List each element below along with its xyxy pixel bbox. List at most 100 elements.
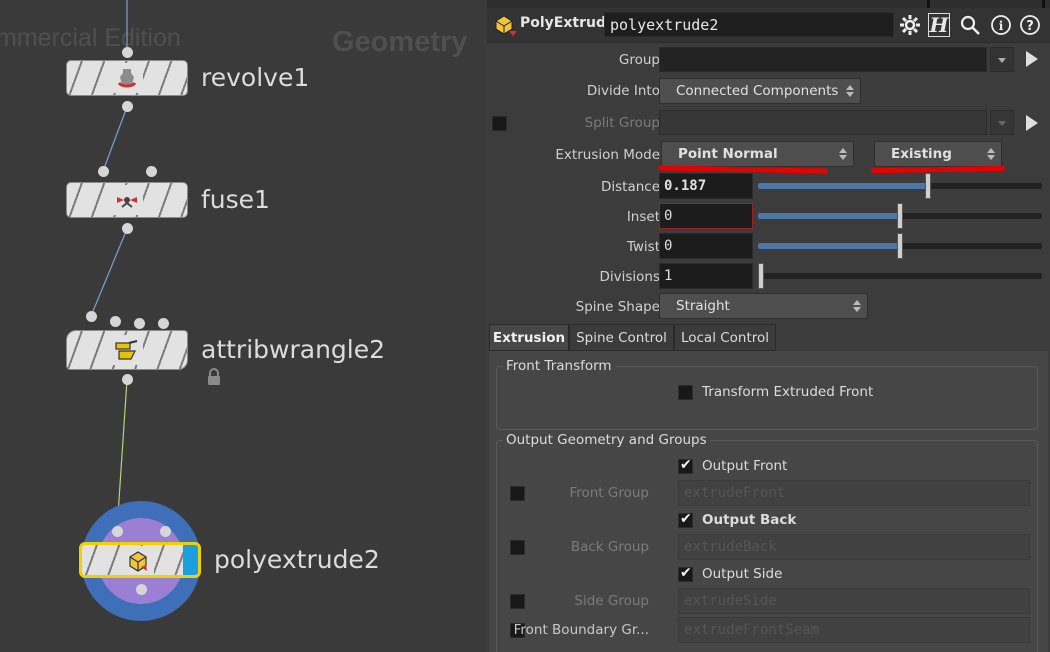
node-menu-arrow-icon[interactable] — [509, 31, 517, 36]
lock-icon[interactable] — [206, 368, 222, 390]
param-toolbar: PolyExtrude polyextrude2 H i ? — [487, 8, 1050, 43]
fuse1-input-port[interactable] — [98, 166, 109, 177]
param-row-spine-shape: Spine Shape Straight — [487, 293, 1050, 321]
polyextrude-icon — [493, 14, 515, 40]
front-boundary-group-label: Front Boundary Gr... — [513, 622, 649, 638]
param-label-divisions: Divisions — [599, 269, 660, 285]
node-label: fuse1 — [201, 185, 270, 214]
spine-shape-menu[interactable]: Straight — [659, 293, 868, 319]
output-front-label: Output Front — [702, 458, 788, 474]
info-icon[interactable]: i — [989, 13, 1013, 37]
divide-into-value: Connected Components — [676, 83, 839, 99]
split-group-input[interactable] — [659, 110, 987, 135]
polyextrude-icon — [122, 546, 154, 575]
inset-input[interactable]: 0 — [659, 203, 753, 229]
wrangle-output-port[interactable] — [122, 374, 133, 385]
node-attribwrangle2[interactable] — [66, 330, 188, 370]
param-label-group: Group — [618, 52, 660, 68]
group-dropdown-button[interactable] — [990, 47, 1014, 72]
front-group-label: Front Group — [569, 485, 649, 501]
tab-extrusion[interactable]: Extrusion — [489, 324, 569, 351]
param-row-split-group: Split Group — [487, 110, 1050, 138]
wrangle-input-port-1[interactable] — [86, 311, 97, 322]
front-group-input[interactable]: extrudeFront — [678, 480, 1030, 506]
revolve1-output-port[interactable] — [122, 101, 133, 112]
inset-slider[interactable] — [758, 203, 1042, 229]
divide-into-menu[interactable]: Connected Components — [659, 78, 861, 104]
extrusion-existing-value: Existing — [891, 146, 952, 162]
tab-local-control[interactable]: Local Control — [674, 324, 776, 351]
gear-icon[interactable] — [898, 13, 922, 37]
menu-arrows-icon — [987, 148, 995, 160]
menu-arrows-icon — [839, 148, 847, 160]
front-transform-title: Front Transform — [503, 358, 615, 374]
group-select-arrow-icon[interactable] — [1024, 50, 1040, 68]
twist-slider[interactable] — [758, 233, 1042, 259]
polyextrude2-input-port-1[interactable] — [112, 526, 123, 537]
back-group-input[interactable]: extrudeBack — [678, 534, 1030, 560]
polyextrude2-output-port[interactable] — [136, 584, 147, 595]
front-boundary-group-input[interactable]: extrudeFrontSeam — [678, 617, 1030, 643]
param-label-split-group: Split Group — [584, 115, 660, 131]
houdini-help-icon[interactable]: H — [928, 13, 950, 37]
display-flag[interactable] — [183, 545, 198, 575]
side-group-label: Side Group — [574, 593, 649, 609]
side-group-toggle[interactable] — [510, 594, 525, 609]
svg-text:i: i — [999, 19, 1004, 33]
extrusion-mode-menu[interactable]: Point Normal — [661, 141, 854, 167]
node-revolve1[interactable] — [66, 60, 188, 96]
output-side-checkbox[interactable] — [678, 565, 693, 582]
param-label-inset: Inset — [626, 209, 660, 225]
slider-knob[interactable] — [925, 173, 931, 199]
front-group-toggle[interactable] — [510, 486, 525, 501]
output-back-checkbox[interactable] — [678, 511, 693, 528]
side-group-input[interactable]: extrudeSide — [678, 588, 1030, 614]
divisions-input[interactable]: 1 — [659, 263, 753, 289]
menu-arrows-icon — [846, 85, 854, 97]
param-label-divide-into: Divide Into — [586, 83, 660, 99]
tab-panel-extrusion: Front Transform Transform Extruded Front… — [489, 351, 1048, 652]
split-group-toggle[interactable] — [492, 116, 507, 131]
wire-fuse-wrangle — [90, 228, 128, 317]
pane-top-strip — [487, 0, 1050, 8]
split-group-dropdown-button[interactable] — [990, 110, 1014, 135]
network-editor[interactable]: mmercial Edition Geometry revolve1 fuse1… — [0, 0, 487, 652]
slider-knob[interactable] — [897, 233, 903, 259]
output-front-checkbox[interactable] — [678, 457, 693, 474]
node-name-field[interactable]: polyextrude2 — [604, 12, 894, 37]
fuse1-input-port-2[interactable] — [146, 166, 157, 177]
divisions-slider[interactable] — [758, 263, 1042, 289]
node-label: polyextrude2 — [214, 545, 380, 574]
wrangle-input-port-2[interactable] — [110, 316, 121, 327]
node-polyextrude2[interactable] — [79, 542, 201, 578]
transform-extruded-front-checkbox[interactable] — [678, 385, 693, 400]
search-icon[interactable] — [958, 13, 982, 37]
node-type-label: PolyExtrude — [520, 15, 616, 31]
wrangle-input-port-3[interactable] — [134, 318, 145, 329]
revolve1-input-port[interactable] — [122, 47, 133, 58]
wrangle-input-port-4[interactable] — [158, 318, 169, 329]
slider-knob[interactable] — [897, 203, 903, 229]
slider-knob[interactable] — [758, 263, 764, 289]
param-row-divide-into: Divide Into Connected Components — [487, 78, 1050, 106]
spine-shape-value: Straight — [676, 298, 730, 314]
param-row-extrusion-mode: Extrusion Mode Point Normal Existing — [487, 141, 1050, 174]
polyextrude2-input-port-2[interactable] — [160, 526, 171, 537]
twist-input[interactable]: 0 — [659, 233, 753, 259]
extrusion-existing-menu[interactable]: Existing — [874, 141, 1002, 167]
node-fuse1[interactable] — [66, 182, 188, 218]
help-icon[interactable]: ? — [1018, 13, 1042, 37]
distance-slider[interactable] — [758, 173, 1042, 199]
menu-arrows-icon — [853, 300, 861, 312]
revolve-icon — [111, 63, 143, 93]
output-back-label: Output Back — [702, 512, 797, 528]
param-row-inset: Inset 0 — [487, 203, 1050, 231]
group-input[interactable] — [659, 47, 987, 72]
fuse1-output-port[interactable] — [122, 223, 133, 234]
split-group-select-arrow-icon[interactable] — [1024, 114, 1040, 132]
distance-input[interactable]: 0.187 — [659, 173, 753, 199]
svg-text:?: ? — [1026, 19, 1034, 34]
back-group-toggle[interactable] — [510, 540, 525, 555]
back-group-label: Back Group — [570, 539, 649, 555]
tab-spine-control[interactable]: Spine Control — [569, 324, 674, 351]
